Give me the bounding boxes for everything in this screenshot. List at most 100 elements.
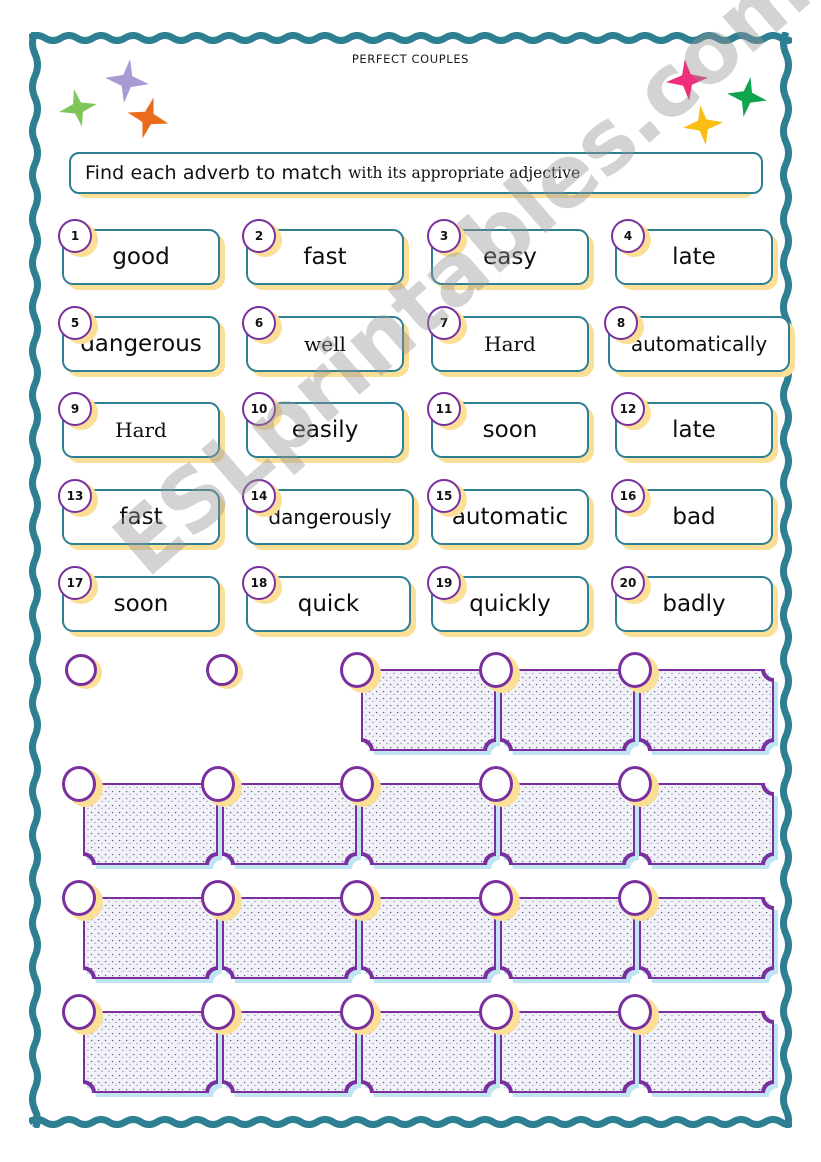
word-card[interactable]: easy 3 bbox=[427, 219, 594, 290]
answer-ticket-bullet[interactable] bbox=[62, 994, 96, 1030]
word-card-number: 2 bbox=[242, 219, 276, 253]
word-card[interactable]: quickly 19 bbox=[427, 566, 594, 637]
answer-bullet-1[interactable] bbox=[65, 654, 102, 689]
answer-ticket-bullet[interactable] bbox=[201, 994, 235, 1030]
answer-ticket[interactable] bbox=[340, 652, 500, 755]
answer-ticket-shape bbox=[639, 783, 774, 865]
word-card[interactable]: fast 2 bbox=[242, 219, 409, 290]
answer-ticket[interactable] bbox=[62, 880, 222, 983]
word-card[interactable]: late 12 bbox=[611, 392, 778, 463]
word-card[interactable]: dangerous 5 bbox=[58, 306, 225, 377]
word-card[interactable]: automatic 15 bbox=[427, 479, 594, 550]
word-card[interactable]: fast 13 bbox=[58, 479, 225, 550]
answer-ticket[interactable] bbox=[618, 652, 778, 755]
word-card-number: 13 bbox=[58, 479, 92, 513]
word-card[interactable]: bad 16 bbox=[611, 479, 778, 550]
answer-ticket-shape bbox=[500, 897, 635, 979]
word-card-label: good bbox=[112, 243, 170, 270]
answer-bullet-2[interactable] bbox=[206, 654, 243, 689]
answer-ticket[interactable] bbox=[62, 994, 222, 1097]
answer-ticket-bullet[interactable] bbox=[62, 766, 96, 802]
instruction-bold-text: Find each adverb to match bbox=[85, 162, 343, 184]
worksheet-page: PERFECT COUPLES Find each adverb to matc… bbox=[0, 0, 821, 1162]
answer-ticket-bullet[interactable] bbox=[340, 652, 374, 688]
answer-ticket-bullet[interactable] bbox=[340, 880, 374, 916]
answer-bullet-ring[interactable] bbox=[206, 654, 238, 686]
word-card[interactable]: good 1 bbox=[58, 219, 225, 290]
word-card-number: 20 bbox=[611, 566, 645, 600]
answer-ticket[interactable] bbox=[201, 766, 361, 869]
word-card[interactable]: late 4 bbox=[611, 219, 778, 290]
answer-ticket[interactable] bbox=[618, 994, 778, 1097]
word-card[interactable]: soon 17 bbox=[58, 566, 225, 637]
word-card-label: quick bbox=[297, 590, 360, 617]
answer-ticket[interactable] bbox=[340, 994, 500, 1097]
answer-ticket[interactable] bbox=[340, 880, 500, 983]
answer-ticket-shape bbox=[500, 1011, 635, 1093]
word-card-number: 11 bbox=[427, 392, 461, 426]
word-card[interactable]: Hard 9 bbox=[58, 392, 225, 463]
answer-ticket-bullet[interactable] bbox=[618, 652, 652, 688]
answer-ticket-shape bbox=[361, 897, 496, 979]
word-card[interactable]: Hard 7 bbox=[427, 306, 594, 377]
word-card-label: fast bbox=[303, 243, 347, 270]
word-card[interactable]: quick 18 bbox=[242, 566, 416, 637]
word-card-label: Hard bbox=[115, 418, 167, 442]
word-card-label: easily bbox=[291, 416, 359, 443]
answer-ticket-bullet[interactable] bbox=[618, 994, 652, 1030]
answer-ticket-shape bbox=[361, 783, 496, 865]
word-card[interactable]: easily 10 bbox=[242, 392, 409, 463]
answer-ticket-shape bbox=[361, 669, 496, 751]
answer-ticket[interactable] bbox=[618, 766, 778, 869]
word-card-number: 4 bbox=[611, 219, 645, 253]
instruction-banner-box: Find each adverb to match with its appro… bbox=[69, 152, 763, 194]
answer-ticket[interactable] bbox=[479, 766, 639, 869]
answer-ticket-bullet[interactable] bbox=[201, 880, 235, 916]
answer-ticket-bullet[interactable] bbox=[618, 766, 652, 802]
answer-ticket-bullet[interactable] bbox=[479, 880, 513, 916]
answer-ticket[interactable] bbox=[201, 994, 361, 1097]
word-card-label: fast bbox=[119, 503, 163, 530]
word-card[interactable]: badly 20 bbox=[611, 566, 778, 637]
word-card-number: 7 bbox=[427, 306, 461, 340]
answer-ticket-bullet[interactable] bbox=[479, 994, 513, 1030]
word-card[interactable]: soon 11 bbox=[427, 392, 594, 463]
word-card[interactable]: well 6 bbox=[242, 306, 409, 377]
answer-ticket[interactable] bbox=[201, 880, 361, 983]
answer-ticket-bullet[interactable] bbox=[340, 766, 374, 802]
answer-ticket-shape bbox=[222, 783, 357, 865]
answer-ticket[interactable] bbox=[479, 880, 639, 983]
word-card[interactable]: dangerously 14 bbox=[242, 479, 419, 550]
word-card-number: 3 bbox=[427, 219, 461, 253]
word-card-number: 14 bbox=[242, 479, 276, 513]
answer-ticket-bullet[interactable] bbox=[340, 994, 374, 1030]
answer-ticket-shape bbox=[83, 1011, 218, 1093]
word-card-number: 16 bbox=[611, 479, 645, 513]
word-card-label: soon bbox=[482, 416, 538, 443]
word-card-number: 9 bbox=[58, 392, 92, 426]
instruction-rest-text: with its appropriate adjective bbox=[348, 164, 581, 182]
star-teal-green-icon bbox=[723, 73, 772, 122]
word-card-label: automatically bbox=[630, 332, 768, 356]
answer-ticket-bullet[interactable] bbox=[479, 652, 513, 688]
word-card-number: 19 bbox=[427, 566, 461, 600]
answer-ticket-bullet[interactable] bbox=[62, 880, 96, 916]
word-card-label: dangerously bbox=[268, 505, 392, 529]
word-card-label: quickly bbox=[469, 590, 551, 617]
answer-ticket[interactable] bbox=[340, 766, 500, 869]
answer-bullet-ring[interactable] bbox=[65, 654, 97, 686]
answer-ticket[interactable] bbox=[62, 766, 222, 869]
star-pink-icon bbox=[663, 56, 711, 104]
word-card-number: 1 bbox=[58, 219, 92, 253]
answer-ticket-bullet[interactable] bbox=[201, 766, 235, 802]
word-card[interactable]: automatically 8 bbox=[604, 306, 795, 377]
word-card-label: late bbox=[672, 243, 716, 270]
answer-ticket-bullet[interactable] bbox=[618, 880, 652, 916]
answer-ticket[interactable] bbox=[479, 994, 639, 1097]
answer-ticket[interactable] bbox=[618, 880, 778, 983]
word-card-number: 12 bbox=[611, 392, 645, 426]
answer-ticket-bullet[interactable] bbox=[479, 766, 513, 802]
answer-ticket-shape bbox=[83, 897, 218, 979]
answer-ticket[interactable] bbox=[479, 652, 639, 755]
word-card-label: bad bbox=[672, 503, 716, 530]
